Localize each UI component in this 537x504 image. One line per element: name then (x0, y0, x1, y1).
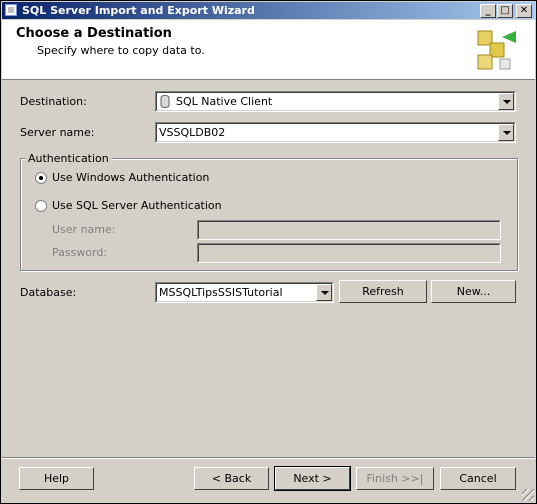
new-database-button[interactable]: New... (431, 280, 516, 303)
authentication-group-label: Authentication (25, 152, 112, 165)
password-label: Password: (52, 246, 108, 259)
next-button[interactable]: Next > (274, 466, 351, 491)
resize-grip-icon[interactable] (522, 489, 534, 501)
wizard-header: Choose a Destination Specify where to co… (2, 20, 535, 80)
window-title: SQL Server Import and Export Wizard (22, 4, 255, 17)
database-icon (160, 95, 170, 108)
finish-button[interactable]: Finish >>| (356, 467, 434, 490)
back-button[interactable]: < Back (194, 467, 269, 490)
maximize-icon[interactable]: □ (497, 4, 513, 18)
chevron-down-icon[interactable] (316, 284, 332, 301)
close-icon[interactable]: ✕ (516, 4, 532, 18)
wizard-window: SQL Server Import and Export Wizard _ □ … (0, 0, 537, 504)
sql-auth-label[interactable]: Use SQL Server Authentication (52, 199, 222, 212)
app-icon (5, 4, 17, 16)
footer-divider (2, 457, 535, 459)
server-name-select[interactable]: VSSQLDB02 (155, 122, 516, 143)
server-name-label: Server name: (20, 126, 95, 139)
title-bar[interactable]: SQL Server Import and Export Wizard _ □ … (2, 2, 535, 19)
destination-label: Destination: (20, 95, 87, 108)
server-name-value: VSSQLDB02 (159, 126, 226, 139)
database-value: MSSQLTipsSSISTutorial (159, 286, 283, 299)
destination-select[interactable]: SQL Native Client (155, 91, 516, 112)
database-select[interactable]: MSSQLTipsSSISTutorial (155, 282, 334, 303)
database-label: Database: (20, 286, 77, 299)
page-subtitle: Specify where to copy data to. (37, 44, 205, 57)
help-button[interactable]: Help (19, 467, 94, 490)
minimize-icon[interactable]: _ (480, 4, 496, 18)
password-input[interactable] (197, 243, 501, 263)
sql-auth-radio[interactable] (35, 200, 47, 212)
windows-auth-radio[interactable] (35, 172, 47, 184)
wizard-logo-icon (477, 30, 516, 70)
refresh-button[interactable]: Refresh (339, 280, 427, 303)
cancel-button[interactable]: Cancel (440, 467, 516, 490)
username-label: User name: (52, 223, 116, 236)
username-input[interactable] (197, 220, 501, 240)
page-title: Choose a Destination (16, 26, 172, 41)
chevron-down-icon[interactable] (498, 93, 514, 110)
destination-value: SQL Native Client (176, 95, 273, 108)
chevron-down-icon[interactable] (498, 124, 514, 141)
windows-auth-label[interactable]: Use Windows Authentication (52, 171, 209, 184)
